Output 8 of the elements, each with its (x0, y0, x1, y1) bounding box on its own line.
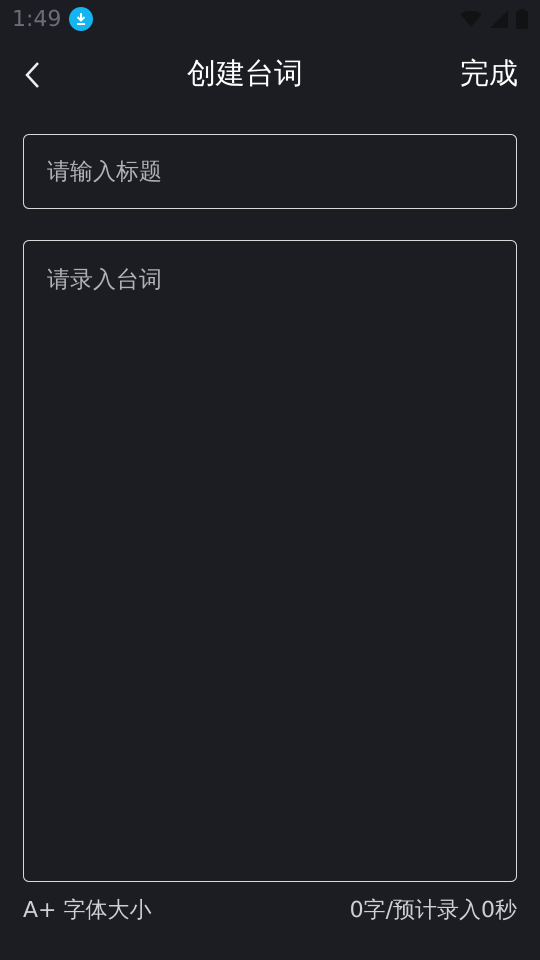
title-input[interactable]: 请输入标题 (23, 134, 517, 209)
done-button[interactable]: 完成 (460, 52, 518, 96)
status-time: 1:49 (12, 6, 62, 34)
font-size-button[interactable]: A+ 字体大小 (23, 894, 152, 926)
download-icon (69, 7, 94, 31)
page-title: 创建台词 (187, 55, 303, 92)
word-count: 0字/预计录入0秒 (350, 896, 517, 924)
script-textarea[interactable]: 请录入台词 (23, 240, 517, 882)
